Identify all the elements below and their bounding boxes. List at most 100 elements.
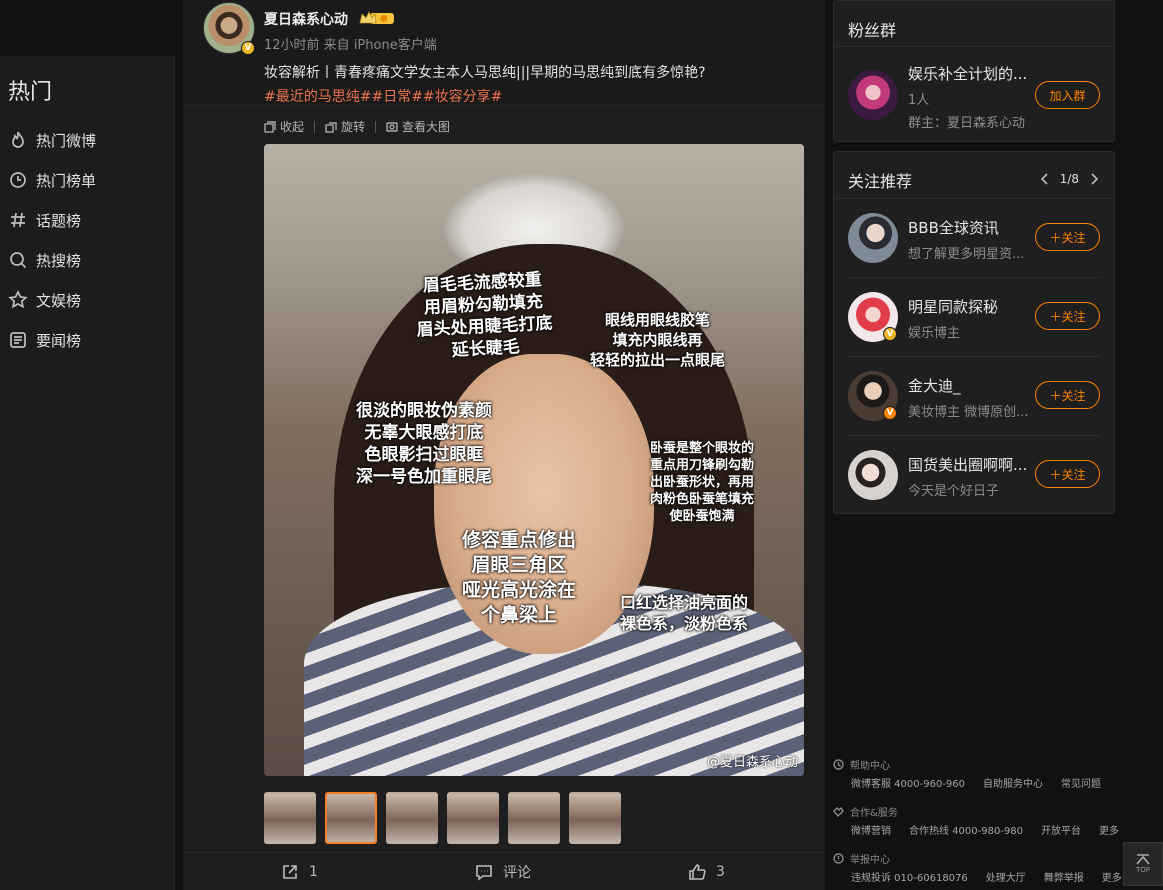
annotation-lipstick: 口红选择油亮面的 裸色系，淡粉色系 [620,593,749,633]
follow-button[interactable]: ＋关注 [1035,460,1100,488]
footer-link[interactable]: 舞弊举报 [1044,869,1084,884]
coop-links: 微博营销 合作热线 4000-980-980 开放平台 更多 [833,819,1123,839]
post-text: 妆容解析丨青春疼痛文学女主本人马思纯|||早期的马思纯到底有多惊艳? [264,65,706,81]
like-button[interactable]: 3 [688,863,725,881]
sidebar-item-hot-search[interactable]: 热搜榜 [8,240,96,280]
report-icon [833,852,844,864]
recommend-card: 关注推荐 1/8 BBB全球资讯 想了解更多明星资... ＋关注 V 明星同款探… [833,151,1115,514]
thumbnail[interactable] [386,792,438,844]
sidebar-item-label: 文娱榜 [36,291,82,310]
author-name[interactable]: 夏日森系心动 [264,9,348,29]
thumbnail[interactable] [569,792,621,844]
view-large-icon [386,121,398,132]
user-desc: 今天是个好日子 [908,484,1000,499]
hashtag-icon [11,212,25,228]
sidebar-title: 热门 [8,80,53,105]
group-avatar[interactable] [848,70,898,120]
user-desc: 娱乐博主 [908,326,961,341]
thumbnail[interactable] [508,792,560,844]
divider [375,120,377,133]
annotation-contour: 修容重点修出 眉眼三角区 哑光高光涂在 个鼻梁上 [462,529,577,626]
chevron-right-icon[interactable] [1088,173,1100,185]
sidebar-item-news[interactable]: 要闻榜 [8,320,96,360]
post-tags[interactable]: #最近的马思纯##日常##妆容分享# [264,86,502,106]
repost-button[interactable]: 1 [281,863,318,881]
footer-link[interactable]: 微博营销 [851,822,891,837]
footer-link[interactable]: 常见问题 [1061,775,1101,790]
follow-button[interactable]: ＋关注 [1035,302,1100,330]
footer-link[interactable]: 处理大厅 [986,869,1026,884]
post-meta: 12小时前 来自 iPhone客户端 [264,38,437,53]
news-icon [10,332,26,348]
post-image[interactable]: 眉毛毛流感较重 用眉粉勾勒填充 眉头处用睫毛打底 延长睫毛 眼线用眼线胶笔 填充… [264,144,804,776]
sidebar-item-hot-list[interactable]: 热门榜单 [8,160,96,200]
comment-button[interactable]: 评论 [475,862,531,882]
footer-link[interactable]: 微博客服 4000-960-960 [851,775,965,790]
star-icon [8,290,28,309]
help-icon [833,758,844,770]
rotate-button[interactable]: 旋转 [325,118,365,135]
footer-link[interactable]: 开放平台 [1041,822,1081,837]
view-large-button[interactable]: 查看大图 [386,118,450,135]
like-count: 3 [716,863,725,880]
group-members: 1人 [908,93,930,108]
footer-link[interactable]: 违规投诉 010-60618076 [851,869,968,884]
divider [848,435,1100,436]
sidebar-item-entertainment[interactable]: 文娱榜 [8,280,96,320]
follow-button[interactable]: ＋关注 [1035,381,1100,409]
report-links: 违规投诉 010-60618076 处理大厅 舞弊举报 更多 [833,866,1123,886]
divider [848,356,1100,357]
comment-label: 评论 [503,864,531,881]
user-avatar[interactable] [848,450,898,500]
user-name[interactable]: BBB全球资讯 [908,217,1030,238]
divider [314,120,316,133]
group-name[interactable]: 娱乐补全计划的... [908,63,1030,84]
image-watermark: @夏日森系心动 [706,755,798,770]
thumbnail[interactable] [264,792,316,844]
collapse-icon [264,120,276,133]
thumbnail-active[interactable] [325,792,377,844]
footer-link[interactable]: 合作热线 4000-980-980 [909,822,1023,837]
sidebar-item-label: 话题榜 [36,211,82,230]
sidebar-item-label: 热搜榜 [36,251,82,270]
follow-button[interactable]: ＋关注 [1035,223,1100,251]
thumbs-up-icon [689,863,706,880]
user-desc: 想了解更多明星资... [908,247,1025,262]
post-actions: 1 评论 3 [183,852,825,890]
user-name[interactable]: 金大迪_ [908,375,1030,396]
report-title: 举报中心 [850,854,890,866]
user-name[interactable]: 国货美出圈啊啊... [908,454,1030,475]
verified-orange-icon: V [883,406,897,420]
sidebar-item-topic[interactable]: 话题榜 [8,200,96,240]
footer-link[interactable]: 更多 [1102,869,1122,884]
divider [848,277,1100,278]
thumbnail[interactable] [447,792,499,844]
follow-label: 关注 [1061,230,1086,245]
chevron-left-icon[interactable] [1039,173,1051,185]
search-rank-icon [10,252,27,269]
clock-rank-icon [10,172,26,188]
follow-label: 关注 [1061,388,1086,403]
sidebar-item-hot-weibo[interactable]: 热门微博 [8,120,96,160]
help-center-heading: 帮助中心 [833,756,1123,772]
feed-card: V 夏日森系心动 12小时前 来自 iPhone客户端 妆容解析丨青春疼痛文学女… [183,0,825,890]
fan-group-card: 粉丝群 娱乐补全计划的... 1人 群主：夏日森系心动 加入群 [833,0,1115,142]
footer-link[interactable]: 自助服务中心 [983,775,1043,790]
divider [834,198,1114,199]
footer-link[interactable]: 更多 [1099,822,1119,837]
report-heading: 举报中心 [833,850,1123,866]
view-large-label: 查看大图 [402,120,451,134]
help-center-title: 帮助中心 [850,760,890,772]
back-to-top-button[interactable]: TOP [1123,842,1163,886]
user-name[interactable]: 明星同款探秘 [908,296,1030,317]
user-avatar[interactable] [848,213,898,263]
sidebar-item-label: 热门榜单 [36,171,97,190]
sidebar-item-label: 要闻榜 [36,331,82,350]
user-desc: 美妆博主 微博原创... [908,405,1029,420]
page-indicator: 1/8 [1059,172,1079,186]
coop-heading: 合作&服务 [833,803,1123,819]
join-group-button[interactable]: 加入群 [1035,81,1100,109]
collapse-button[interactable]: 收起 [264,118,304,135]
handshake-icon [833,806,844,817]
repost-icon [283,864,297,879]
